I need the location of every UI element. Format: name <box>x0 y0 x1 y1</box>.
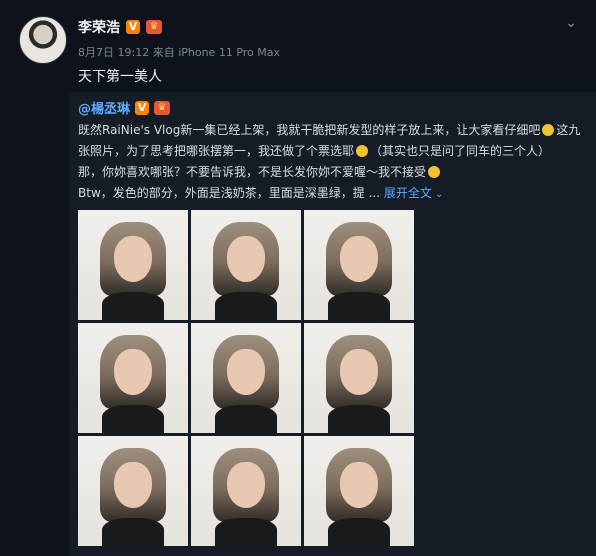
repost-line: 既然RaiNie's Vlog新一集已经上架，我就干脆把新发型的样子放上来，让大… <box>78 123 581 137</box>
emoji-icon <box>428 166 441 178</box>
crown-badge-icon: ♛ <box>154 100 171 115</box>
repost-author[interactable]: @楊丞琳 <box>78 98 130 117</box>
weibo-post: 李荣浩 V ♛ 8月7日 19:12 来自 iPhone 11 Pro Max … <box>0 0 596 556</box>
repost-author-row: @楊丞琳 V ♛ <box>78 98 171 117</box>
verified-v-icon: V <box>126 20 140 34</box>
photo-thumbnail[interactable] <box>78 436 188 546</box>
photo-thumbnail[interactable] <box>304 210 414 320</box>
expand-link[interactable]: 展开全文 <box>384 186 432 200</box>
photo-thumbnail[interactable] <box>78 323 188 433</box>
photo-thumbnail[interactable] <box>191 436 301 546</box>
post-meta: 8月7日 19:12 来自 iPhone 11 Pro Max <box>78 44 280 60</box>
photo-thumbnail[interactable] <box>78 210 188 320</box>
post-time[interactable]: 8月7日 19:12 <box>78 46 149 59</box>
avatar[interactable] <box>19 16 67 64</box>
chevron-down-icon[interactable]: ⌄ <box>562 14 580 32</box>
repost-card: @楊丞琳 V ♛ 既然RaiNie's Vlog新一集已经上架，我就干脆把新发型… <box>70 92 596 556</box>
photo-thumbnail[interactable] <box>304 323 414 433</box>
repost-line: 那，你妳喜欢哪张？不要告诉我，不是长发你妳不爱喔～我不接受 <box>78 162 588 183</box>
photo-thumbnail[interactable] <box>191 210 301 320</box>
repost-line: Btw，发色的部分，外面是浅奶茶，里面是深墨绿，提 ... 展开全文 ⌄ <box>78 186 444 200</box>
photo-grid <box>78 210 414 546</box>
repost-text: 既然RaiNie's Vlog新一集已经上架，我就干脆把新发型的样子放上来，让大… <box>78 120 588 205</box>
expand-arrow-icon[interactable]: ⌄ <box>432 189 443 200</box>
post-source: 来自 iPhone 11 Pro Max <box>152 46 281 59</box>
crown-badge-icon: ♛ <box>146 20 162 34</box>
author-row: 李荣浩 V ♛ <box>78 17 162 37</box>
post-text: 天下第一美人 <box>78 69 162 85</box>
emoji-icon <box>356 145 369 157</box>
emoji-icon <box>542 124 555 136</box>
author-name[interactable]: 李荣浩 <box>78 17 120 37</box>
photo-thumbnail[interactable] <box>304 436 414 546</box>
verified-v-icon: V <box>135 100 150 115</box>
photo-thumbnail[interactable] <box>191 323 301 433</box>
repost-line: 张照片，为了思考把哪张摆第一，我还做了个票选耶 （其实也只是问了同车的三个人） <box>78 144 551 158</box>
